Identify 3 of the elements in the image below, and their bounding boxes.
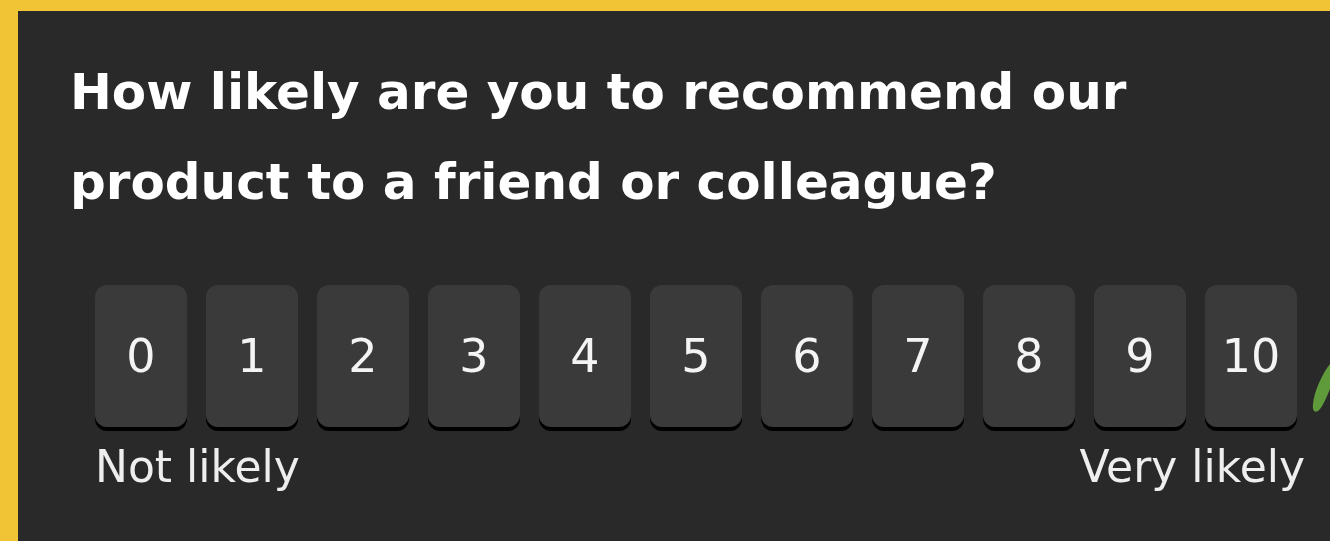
low-label: Not likely xyxy=(95,441,300,492)
question-text: How likely are you to recommend our product to a friend or colleague? xyxy=(70,62,1128,213)
high-label: Very likely xyxy=(1079,441,1305,492)
